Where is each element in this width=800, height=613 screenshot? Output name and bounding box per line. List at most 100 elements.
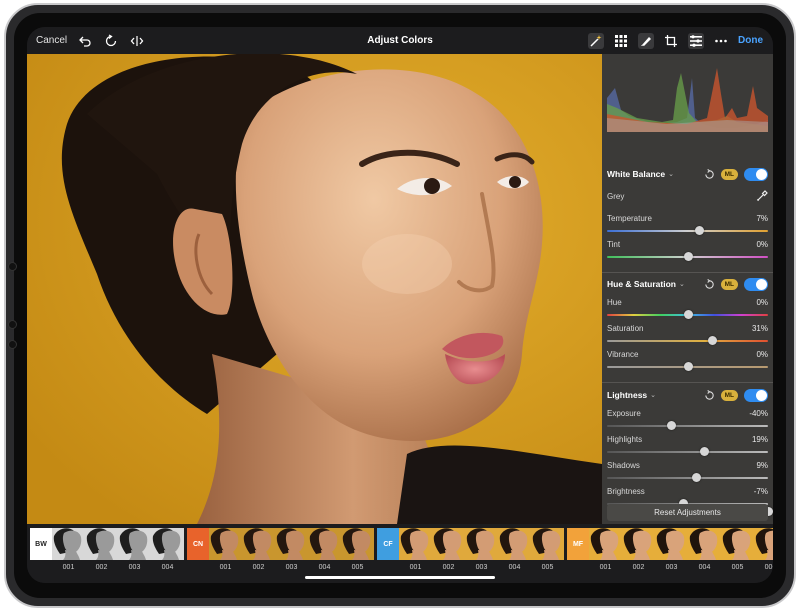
slider-value: 31% [751, 324, 768, 333]
thumbnail-image [622, 528, 655, 560]
filter-group-mf[interactable]: MF [567, 528, 589, 560]
filter-thumbnail[interactable]: 005 [721, 528, 754, 572]
filter-thumbnail[interactable]: 004 [498, 528, 531, 572]
undo-icon[interactable] [77, 33, 93, 49]
adjust-icon[interactable] [688, 32, 704, 49]
grid-icon[interactable] [613, 33, 629, 49]
bezel-dot [8, 340, 17, 349]
exposure-slider-row: Exposure -40% [607, 409, 768, 435]
filter-thumbnail-label: 003 [665, 564, 678, 571]
filter-filmstrip: BW 001 002 003 004 CN 001 002 003 004 005 CF 001 002 0… [27, 524, 773, 583]
filter-thumbnail[interactable]: 001 [589, 528, 622, 572]
filter-thumbnail[interactable]: 006 [754, 528, 773, 572]
thumbnail-image [465, 528, 498, 560]
reset-icon[interactable] [704, 389, 715, 401]
reset-icon[interactable] [704, 278, 715, 290]
chevron-down-icon: ⌄ [650, 392, 657, 399]
filter-thumbnail[interactable]: 005 [531, 528, 564, 572]
slider-label: Hue [607, 298, 622, 307]
photo-canvas[interactable] [27, 54, 602, 524]
eyedropper-icon[interactable] [756, 190, 768, 202]
ml-badge[interactable]: ML [720, 389, 738, 401]
slider-track[interactable] [607, 451, 768, 453]
filter-thumbnails: BW 001 002 003 004 CN 001 002 003 004 005 CF 001 002 0… [30, 528, 773, 571]
slider-thumb[interactable] [667, 421, 677, 430]
reset-adjustments-button[interactable]: Reset Adjustments [607, 504, 768, 521]
lightness-toggle[interactable] [744, 388, 768, 402]
filter-thumbnail[interactable]: 004 [151, 528, 184, 572]
ml-badge[interactable]: ML [720, 168, 738, 180]
brush-icon[interactable] [638, 32, 654, 49]
slider-value: 19% [751, 435, 768, 444]
done-button[interactable]: Done [738, 35, 763, 46]
hue-saturation-toggle[interactable] [744, 277, 768, 291]
slider-thumb[interactable] [683, 310, 693, 319]
redo-icon[interactable] [103, 33, 119, 49]
white-balance-header[interactable]: White Balance ⌄ ML [607, 166, 768, 182]
filter-thumbnail-label: 005 [541, 564, 554, 571]
white-balance-toggle[interactable] [744, 167, 768, 181]
slider-thumb[interactable] [683, 252, 693, 261]
filter-thumbnail[interactable]: 001 [52, 528, 85, 572]
compare-icon[interactable] [129, 33, 145, 49]
filter-thumbnail[interactable]: 005 [341, 528, 374, 572]
thumbnail-image [399, 528, 432, 560]
slider-thumb[interactable] [683, 362, 693, 371]
reset-icon[interactable] [704, 168, 715, 180]
slider-track[interactable] [607, 425, 768, 427]
histogram [607, 58, 768, 132]
thumbnail-image [721, 528, 754, 560]
filter-thumbnail[interactable]: 002 [242, 528, 275, 572]
filter-thumbnail[interactable]: 004 [308, 528, 341, 572]
filter-thumbnail[interactable]: 001 [209, 528, 242, 572]
hue-saturation-header[interactable]: Hue & Saturation ⌄ ML [607, 276, 768, 292]
slider-track[interactable] [607, 477, 768, 479]
vibrance-slider-row: Vibrance 0% [607, 350, 768, 376]
bezel-dot [8, 320, 17, 329]
more-icon[interactable] [713, 33, 729, 49]
slider-value: 9% [756, 461, 768, 470]
thumbnail-image [341, 528, 374, 560]
slider-label: Saturation [607, 324, 644, 333]
filter-thumbnail[interactable]: 003 [118, 528, 151, 572]
slider-thumb[interactable] [691, 473, 701, 482]
filter-thumbnail[interactable]: 004 [688, 528, 721, 572]
ml-badge[interactable]: ML [720, 278, 738, 290]
portrait-photo [27, 54, 602, 524]
filter-thumbnail-label: 002 [632, 564, 645, 571]
slider-value: 0% [756, 240, 768, 249]
thumbnail-image [655, 528, 688, 560]
slider-thumb[interactable] [694, 226, 704, 235]
slider-label: Tint [607, 240, 621, 249]
filter-thumbnail-label: 001 [62, 564, 75, 571]
magic-wand-icon[interactable] [588, 32, 604, 49]
thumbnail-image [209, 528, 242, 560]
toggle-knob [756, 389, 767, 401]
slider-track[interactable] [607, 230, 768, 232]
slider-track[interactable] [607, 340, 768, 342]
filter-thumbnail[interactable]: 003 [655, 528, 688, 572]
cancel-button[interactable]: Cancel [36, 35, 67, 46]
filter-group-cn[interactable]: CN [187, 528, 209, 560]
slider-thumb[interactable] [699, 447, 709, 456]
toggle-knob [756, 278, 767, 290]
toggle-knob [756, 168, 767, 180]
filter-thumbnail-label: 006 [764, 564, 773, 571]
filter-thumbnail[interactable]: 003 [275, 528, 308, 572]
slider-value: -40% [749, 409, 768, 418]
filter-group-cf[interactable]: CF [377, 528, 399, 560]
section-title: Hue & Saturation [607, 279, 676, 289]
filter-thumbnail[interactable]: 002 [85, 528, 118, 572]
slider-value: -7% [753, 487, 768, 496]
thumbnail-image [151, 528, 184, 560]
filter-group-bw[interactable]: BW [30, 528, 52, 560]
filter-thumbnail[interactable]: 002 [622, 528, 655, 572]
filter-thumbnail[interactable]: 003 [465, 528, 498, 572]
filter-thumbnail[interactable]: 002 [432, 528, 465, 572]
filter-thumbnail[interactable]: 001 [399, 528, 432, 572]
lightness-header[interactable]: Lightness ⌄ ML [607, 387, 768, 403]
slider-thumb[interactable] [707, 336, 717, 345]
thumbnail-image [531, 528, 564, 560]
section-title: Lightness [607, 390, 648, 400]
crop-icon[interactable] [663, 33, 679, 49]
